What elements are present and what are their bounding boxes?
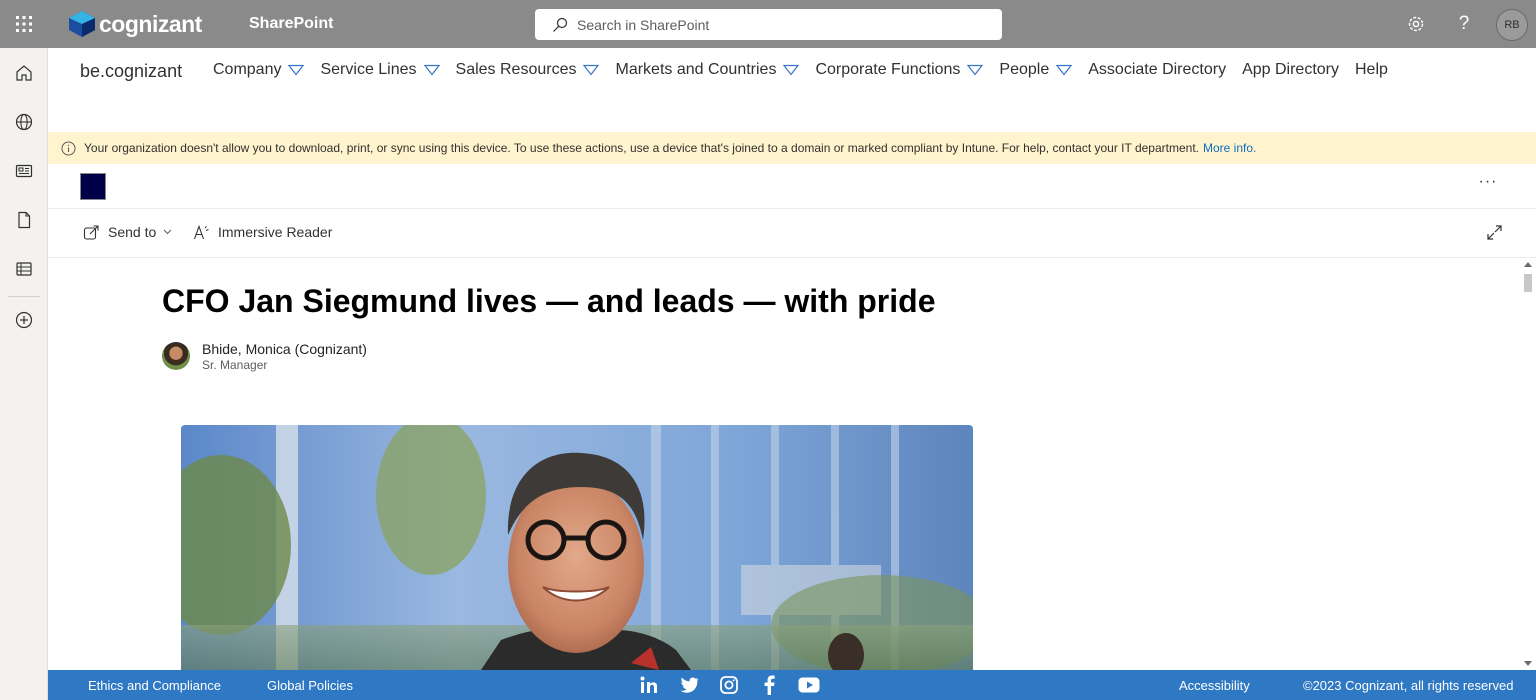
more-options-button[interactable]: ···: [1476, 173, 1500, 193]
immersive-reader-icon: [192, 223, 210, 241]
expand-content-button[interactable]: [1484, 222, 1504, 242]
facebook-icon[interactable]: [758, 674, 780, 696]
linkedin-icon[interactable]: [638, 674, 660, 696]
nav-item-label: Markets and Countries: [615, 61, 777, 78]
chevron-down-icon: [967, 64, 984, 76]
nav-item-label: Service Lines: [320, 61, 417, 78]
nav-item-label: Associate Directory: [1088, 61, 1227, 78]
author-role: Sr. Manager: [202, 358, 268, 372]
search-icon: [551, 16, 569, 34]
nav-item-label: Corporate Functions: [815, 61, 961, 78]
nav-item-label: Help: [1355, 61, 1388, 78]
youtube-icon[interactable]: [798, 674, 820, 696]
hub-nav-items: Company Service Lines Sales Resources Ma…: [213, 61, 1404, 79]
search-input[interactable]: [577, 16, 977, 33]
nav-item-people[interactable]: People: [999, 61, 1073, 79]
policy-message-bar: Your organization doesn't allow you to d…: [48, 132, 1536, 164]
settings-button[interactable]: [1404, 12, 1428, 36]
accessibility-link[interactable]: Accessibility: [1179, 678, 1250, 693]
nav-item-sales-resources[interactable]: Sales Resources: [456, 61, 600, 79]
scroll-thumb[interactable]: [1524, 274, 1532, 292]
article-title: CFO Jan Siegmund lives — and leads — wit…: [162, 283, 936, 319]
app-bar-divider: [8, 296, 40, 297]
app-name[interactable]: SharePoint: [249, 15, 333, 33]
search-box[interactable]: [535, 9, 1002, 40]
instagram-icon[interactable]: [718, 674, 740, 696]
globe-icon: [15, 113, 33, 131]
chevron-down-icon: [783, 64, 800, 76]
home-icon: [16, 65, 32, 81]
app-launcher-button[interactable]: [0, 0, 48, 48]
expand-icon: [1486, 224, 1502, 240]
chevron-down-icon: [1056, 64, 1073, 76]
nav-item-label: App Directory: [1242, 61, 1339, 78]
nav-item-label: Company: [213, 61, 282, 78]
brand-wordmark: cognizant: [99, 10, 202, 37]
help-button[interactable]: ?: [1452, 12, 1476, 36]
document-icon: [18, 211, 31, 229]
cognizant-logo[interactable]: cognizant: [67, 10, 202, 38]
site-navigation: be.cognizant Company Service Lines Sales…: [48, 48, 1536, 132]
chevron-down-icon: [423, 64, 440, 76]
nav-item-label: People: [999, 61, 1050, 78]
user-avatar[interactable]: RB: [1496, 9, 1528, 41]
news-icon: [15, 164, 33, 178]
nav-item-corporate-functions[interactable]: Corporate Functions: [815, 61, 984, 79]
divider: [48, 257, 1536, 258]
author-avatar[interactable]: [162, 342, 190, 370]
nav-item-markets-and-countries[interactable]: Markets and Countries: [615, 61, 800, 79]
nav-item-app-directory[interactable]: App Directory: [1242, 61, 1339, 79]
list-icon: [16, 262, 32, 276]
nav-item-service-lines[interactable]: Service Lines: [320, 61, 440, 79]
social-links: [638, 674, 838, 696]
info-icon: [60, 140, 76, 156]
app-bar-files[interactable]: [0, 204, 48, 236]
chevron-down-icon: [288, 64, 305, 76]
command-bar: Send to Immersive Reader: [48, 209, 1536, 257]
author-info: Bhide, Monica (Cognizant) Sr. Manager: [202, 340, 367, 372]
vertical-scrollbar[interactable]: [1520, 258, 1536, 670]
app-bar: [0, 48, 48, 700]
message-text: Your organization doesn't allow you to d…: [84, 141, 1199, 155]
ethics-link[interactable]: Ethics and Compliance: [88, 678, 221, 693]
site-title[interactable]: be.cognizant: [80, 61, 182, 82]
author-byline: Bhide, Monica (Cognizant) Sr. Manager: [162, 340, 367, 372]
cognizant-mark-icon: [69, 11, 95, 37]
scroll-up-icon[interactable]: [1524, 262, 1532, 267]
app-bar-news[interactable]: [0, 155, 48, 187]
immersive-reader-label: Immersive Reader: [218, 224, 333, 240]
twitter-icon[interactable]: [678, 674, 700, 696]
waffle-icon: [16, 16, 32, 32]
site-footer: Ethics and Compliance Global Policies Ac…: [48, 670, 1536, 700]
suite-header: cognizant SharePoint ? RB: [0, 0, 1536, 48]
add-circle-icon: [15, 311, 33, 329]
hero-image: [181, 425, 973, 670]
app-bar-create[interactable]: [0, 304, 48, 336]
gear-icon: [1408, 16, 1424, 32]
chevron-down-icon: [583, 64, 600, 76]
scroll-down-icon[interactable]: [1524, 661, 1532, 666]
send-to-button[interactable]: Send to: [82, 223, 172, 241]
author-name[interactable]: Bhide, Monica (Cognizant): [202, 340, 367, 358]
more-info-link[interactable]: More info.: [1203, 141, 1256, 155]
global-policies-link[interactable]: Global Policies: [267, 678, 353, 693]
app-bar-sites[interactable]: [0, 106, 48, 138]
site-logo[interactable]: [80, 173, 106, 200]
send-to-label: Send to: [108, 224, 157, 240]
question-icon: ?: [1458, 13, 1470, 34]
copyright-text: ©2023 Cognizant, all rights reserved: [1303, 678, 1514, 693]
share-icon: [82, 223, 100, 241]
immersive-reader-button[interactable]: Immersive Reader: [192, 223, 332, 241]
chevron-down-icon: [163, 229, 172, 235]
app-bar-lists[interactable]: [0, 253, 48, 285]
nav-item-label: Sales Resources: [455, 61, 577, 78]
nav-item-company[interactable]: Company: [213, 61, 305, 79]
nav-item-help[interactable]: Help: [1355, 61, 1388, 79]
nav-item-associate-directory[interactable]: Associate Directory: [1088, 61, 1226, 79]
app-bar-home[interactable]: [0, 57, 48, 89]
